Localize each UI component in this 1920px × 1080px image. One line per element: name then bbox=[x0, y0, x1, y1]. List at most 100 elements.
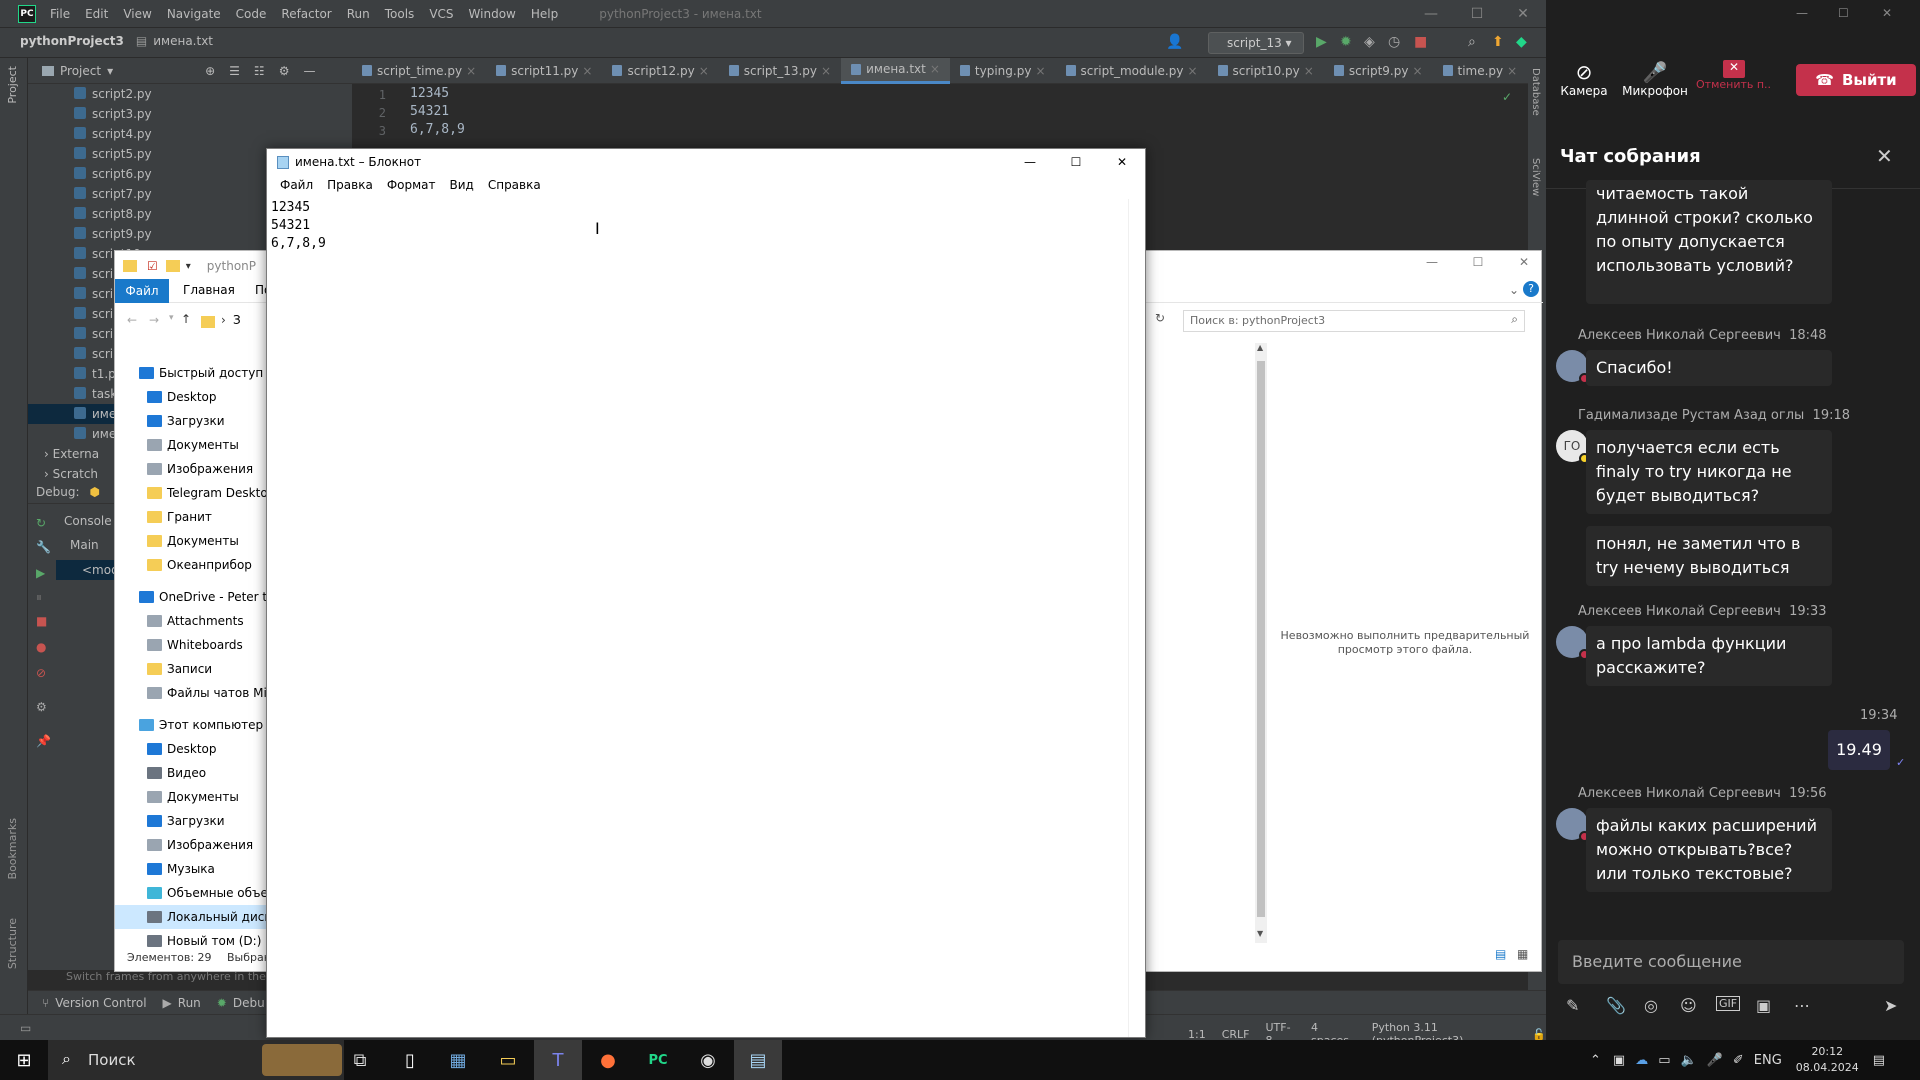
rerun-icon[interactable]: ↻ bbox=[36, 516, 46, 530]
structure-tool-tab[interactable]: Structure bbox=[6, 918, 19, 969]
menu-item[interactable]: Tools bbox=[385, 7, 415, 21]
locate-icon[interactable]: ⊕ bbox=[205, 64, 215, 78]
notepad-scrollbar[interactable] bbox=[1128, 199, 1145, 1037]
close-tab-icon[interactable]: × bbox=[1412, 64, 1422, 78]
console-tab[interactable]: Console bbox=[64, 514, 112, 528]
nav-item[interactable]: Записи bbox=[115, 657, 275, 681]
nav-item[interactable]: Attachments bbox=[115, 609, 275, 633]
send-icon[interactable]: ➤ bbox=[1884, 996, 1897, 1015]
close-tab-icon[interactable]: × bbox=[1507, 64, 1517, 78]
close-tab-icon[interactable]: × bbox=[1035, 64, 1045, 78]
nav-item[interactable]: Документы bbox=[115, 529, 275, 553]
close-chat-icon[interactable]: ✕ bbox=[1876, 144, 1893, 168]
nav-item[interactable]: Изображения bbox=[115, 457, 275, 481]
project-tree-item[interactable]: script3.py bbox=[28, 104, 352, 124]
nav-item[interactable]: Видео bbox=[115, 761, 275, 785]
collapse-all-icon[interactable]: ☷ bbox=[254, 64, 265, 78]
volume-icon[interactable]: 🔈 bbox=[1681, 1053, 1697, 1068]
editor-tab[interactable]: script_time.py × bbox=[352, 58, 486, 84]
close-tab-icon[interactable]: × bbox=[1304, 64, 1314, 78]
nav-item[interactable]: Документы bbox=[115, 433, 275, 457]
tiles-view-icon[interactable]: ▦ bbox=[1517, 947, 1528, 961]
database-tool-tab[interactable]: Database bbox=[1530, 68, 1541, 116]
expand-all-icon[interactable]: ☰ bbox=[229, 64, 240, 78]
pin-icon[interactable]: 📌 bbox=[36, 734, 51, 748]
notifications-icon[interactable]: ▤ bbox=[1873, 1053, 1885, 1068]
close-tab-icon[interactable]: × bbox=[582, 64, 592, 78]
breakpoints-icon[interactable]: ● bbox=[36, 640, 46, 654]
minimize-icon[interactable]: — bbox=[1007, 155, 1053, 169]
ribbon-home-tab[interactable]: Главная bbox=[183, 283, 235, 297]
version-control-tab[interactable]: Version Control bbox=[55, 996, 146, 1010]
search-box[interactable]: Поиск в: pythonProject3 ⌕ bbox=[1183, 310, 1525, 332]
close-tab-icon[interactable]: × bbox=[1187, 64, 1197, 78]
file-explorer-icon[interactable]: ▭ bbox=[484, 1040, 532, 1080]
mic-tray-icon[interactable]: 🎤 bbox=[1707, 1053, 1723, 1068]
menu-item[interactable]: Refactor bbox=[281, 7, 331, 21]
tray-chevron-icon[interactable]: ⌃ bbox=[1590, 1053, 1601, 1068]
menu-item[interactable]: Run bbox=[347, 7, 370, 21]
nav-item[interactable]: Desktop bbox=[115, 385, 275, 409]
teams-icon[interactable]: T bbox=[534, 1040, 582, 1080]
nav-item[interactable]: Объемные объект bbox=[115, 881, 282, 905]
loop-icon[interactable]: ◎ bbox=[1644, 996, 1658, 1015]
emoji-icon[interactable]: ☺ bbox=[1680, 996, 1697, 1015]
stop-debug-icon[interactable]: ■ bbox=[36, 614, 47, 628]
ribbon-expand-icon[interactable]: ⌄ bbox=[1509, 283, 1519, 297]
editor-tab[interactable]: script11.py × bbox=[486, 58, 602, 84]
project-view-select[interactable]: Project bbox=[60, 64, 101, 78]
editor-tab[interactable]: имена.txt × bbox=[841, 57, 950, 84]
firefox-icon[interactable]: ● bbox=[584, 1040, 632, 1080]
editor-tab[interactable]: script10.py × bbox=[1208, 58, 1324, 84]
gif-icon[interactable]: GIF bbox=[1716, 996, 1741, 1011]
stop-share-button[interactable]: ✕ Отменить п... bbox=[1696, 60, 1772, 91]
up-icon[interactable]: ↑ bbox=[181, 312, 191, 326]
details-view-icon[interactable]: ▤ bbox=[1495, 947, 1506, 961]
update-icon[interactable]: ⬆ bbox=[1492, 34, 1504, 50]
wrench-icon[interactable]: 🔧 bbox=[36, 540, 51, 554]
editor-tab[interactable]: script12.py × bbox=[602, 58, 718, 84]
ribbon-file-tab[interactable]: Файл bbox=[115, 279, 169, 303]
mic-button[interactable]: 🎤 Микрофон bbox=[1618, 60, 1692, 98]
editor-tab[interactable]: time.py × bbox=[1433, 58, 1528, 84]
obs-icon[interactable]: ◉ bbox=[684, 1040, 732, 1080]
calculator-icon[interactable]: ▦ bbox=[434, 1040, 482, 1080]
run-tab[interactable]: Run bbox=[178, 996, 201, 1010]
caret-position[interactable]: 1:1 bbox=[1188, 1028, 1206, 1041]
attach-icon[interactable]: 📎 bbox=[1606, 996, 1626, 1015]
nav-item[interactable]: Океанприбор bbox=[115, 553, 275, 577]
minimize-icon[interactable]: — bbox=[1796, 6, 1808, 20]
close-tab-icon[interactable]: × bbox=[699, 64, 709, 78]
close-icon[interactable]: ✕ bbox=[1099, 155, 1145, 169]
mute-breakpoints-icon[interactable]: ⊘ bbox=[36, 666, 46, 680]
refresh-icon[interactable]: ↻ bbox=[1155, 311, 1165, 325]
close-tab-icon[interactable]: × bbox=[466, 64, 476, 78]
scrollbar[interactable]: ▲ ▼ bbox=[1255, 343, 1267, 943]
help-icon[interactable]: ? bbox=[1523, 281, 1539, 297]
new-folder-icon[interactable] bbox=[165, 260, 180, 272]
menu-item[interactable]: Navigate bbox=[167, 7, 221, 21]
close-icon[interactable]: ✕ bbox=[1882, 6, 1892, 20]
menu-item[interactable]: Window bbox=[469, 7, 516, 21]
nav-item[interactable]: Быстрый доступ bbox=[115, 361, 275, 385]
notepad-menu-item[interactable]: Справка bbox=[488, 178, 541, 192]
pause-icon[interactable]: ⏸ bbox=[36, 590, 42, 605]
line-separator[interactable]: CRLF bbox=[1222, 1028, 1250, 1041]
project-tool-tab[interactable]: Project bbox=[6, 66, 19, 104]
maximize-icon[interactable]: ☐ bbox=[1053, 155, 1099, 169]
nav-item[interactable]: Telegram Desktop bbox=[115, 481, 275, 505]
nav-item[interactable]: Этот компьютер bbox=[115, 713, 275, 737]
clock[interactable]: 20:12 08.04.2024 bbox=[1796, 1044, 1859, 1076]
notepad-taskbar-icon[interactable]: ▤ bbox=[734, 1040, 782, 1080]
plugin-icon[interactable]: ◆ bbox=[1516, 34, 1527, 50]
stop-icon[interactable]: ■ bbox=[1414, 34, 1427, 50]
nav-item[interactable]: OneDrive - Peter the bbox=[115, 585, 282, 609]
user-icon[interactable]: 👤 bbox=[1166, 34, 1183, 50]
notepad-menu-item[interactable]: Правка bbox=[327, 178, 373, 192]
project-tree-item[interactable]: script2.py bbox=[28, 84, 352, 104]
pycharm-icon[interactable]: PC bbox=[634, 1040, 682, 1080]
menu-item[interactable]: View bbox=[123, 7, 151, 21]
pen-icon[interactable]: ✐ bbox=[1733, 1053, 1744, 1068]
leave-button[interactable]: ☎ Выйти bbox=[1796, 64, 1916, 96]
nav-item[interactable]: Новый том (D:) bbox=[115, 929, 275, 953]
